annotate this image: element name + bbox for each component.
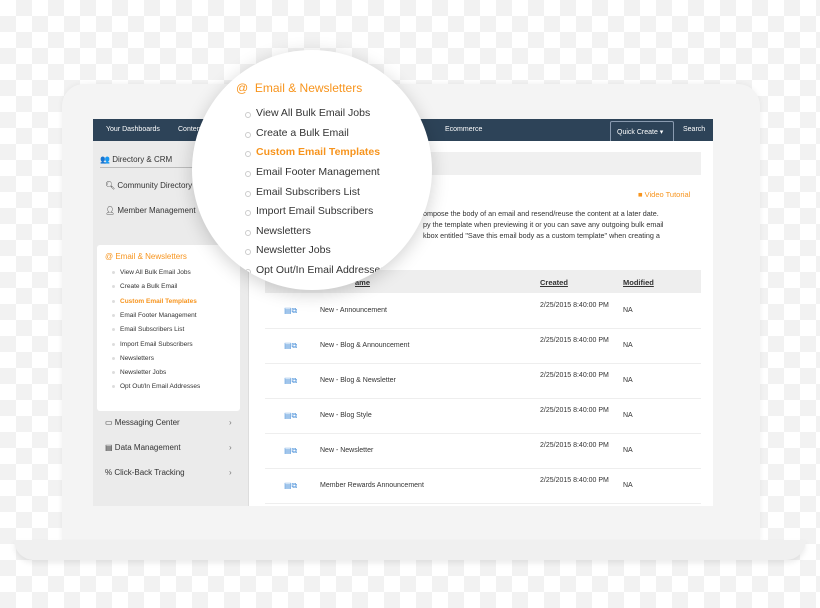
- template-name[interactable]: New - Blog & Newsletter: [320, 377, 396, 384]
- table-row[interactable]: ▤⧉ New - Newsletter 2/25/2015 8:40:00 PM…: [265, 434, 701, 469]
- inbox-icon: ▭: [105, 418, 113, 427]
- preview-copy-icons[interactable]: ▤⧉: [284, 446, 297, 456]
- submenu-item[interactable]: Opt Out/In Email Addresses: [111, 383, 200, 390]
- chevron-right-icon: ›: [229, 468, 232, 477]
- sidebar-item-clickback[interactable]: % Click-Back Tracking: [105, 468, 185, 477]
- magnified-item[interactable]: Opt Out/In Email Addresses: [245, 264, 386, 276]
- template-name[interactable]: New - Blog Style: [320, 412, 372, 419]
- preview-copy-icons[interactable]: ▤⧉: [284, 341, 297, 351]
- video-tutorial-link[interactable]: ■ Video Tutorial: [638, 190, 690, 199]
- table-row[interactable]: ▤⧉ New - Blog & Announcement 2/25/2015 8…: [265, 329, 701, 364]
- submenu-item[interactable]: Newsletters: [112, 355, 154, 362]
- created-date: 2/25/2015 8:40:00 PM: [540, 442, 609, 449]
- table-row[interactable]: ▤⧉ Member Rewards Announcement 2/25/2015…: [265, 469, 701, 504]
- modified-date: NA: [623, 447, 633, 454]
- template-name[interactable]: New - Blog & Announcement: [320, 342, 410, 349]
- preview-copy-icons[interactable]: ▤⧉: [284, 481, 297, 491]
- magnified-item[interactable]: View All Bulk Email Jobs: [244, 107, 370, 119]
- preview-copy-icons[interactable]: ▤⧉: [284, 306, 297, 316]
- submenu-item[interactable]: Email Subscribers List: [111, 326, 184, 333]
- submenu-item[interactable]: Import Email Subscribers: [112, 341, 193, 348]
- email-submenu: @ Email & Newsletters View All Bulk Emai…: [97, 245, 240, 411]
- submenu-item[interactable]: View All Bulk Email Jobs: [112, 269, 191, 276]
- magnified-item[interactable]: Create a Bulk Email: [245, 127, 349, 139]
- chevron-right-icon: ›: [229, 418, 232, 427]
- search-button[interactable]: Search: [683, 126, 705, 133]
- table-row[interactable]: ▤⧉ New - Announcement 2/25/2015 8:40:00 …: [265, 294, 701, 329]
- submenu-item[interactable]: Email Footer Management: [112, 312, 197, 319]
- sidebar-item-email[interactable]: @ Email & Newsletters: [105, 252, 187, 261]
- template-name[interactable]: Member Rewards Announcement: [320, 482, 424, 489]
- sidebar-item-data[interactable]: ▤ Data Management: [105, 443, 181, 452]
- laptop-base: [14, 540, 806, 560]
- modified-date: NA: [623, 412, 633, 419]
- chevron-right-icon: ›: [229, 443, 232, 452]
- created-date: 2/25/2015 8:40:00 PM: [540, 337, 609, 344]
- magnifier-callout: @ Email & Newsletters View All Bulk Emai…: [192, 50, 432, 290]
- modified-date: NA: [623, 377, 633, 384]
- modified-date: NA: [623, 307, 633, 314]
- magnified-item[interactable]: Import Email Subscribers: [244, 205, 373, 217]
- modified-date: NA: [623, 342, 633, 349]
- database-icon: ▤: [105, 443, 113, 452]
- template-name[interactable]: New - Announcement: [320, 307, 387, 314]
- created-date: 2/25/2015 8:40:00 PM: [540, 407, 609, 414]
- created-date: 2/25/2015 8:40:00 PM: [540, 302, 609, 309]
- table-row[interactable]: ▤⧉ New - Blog & Newsletter 2/25/2015 8:4…: [265, 364, 701, 399]
- magnified-item-active[interactable]: Custom Email Templates: [244, 146, 380, 158]
- video-camera-icon: ■: [638, 190, 643, 199]
- submenu-item-active[interactable]: Custom Email Templates: [112, 298, 197, 305]
- column-created[interactable]: Created: [540, 278, 568, 287]
- sidebar-item-messaging[interactable]: ▭ Messaging Center: [105, 418, 180, 427]
- magnified-item[interactable]: Newsletters: [245, 225, 311, 237]
- magnified-email-header: @ Email & Newsletters: [236, 81, 363, 95]
- page-description: ompose the body of an email and resend/r…: [423, 209, 664, 240]
- submenu-item[interactable]: Create a Bulk Email: [111, 283, 177, 290]
- submenu-item[interactable]: Newsletter Jobs: [111, 369, 166, 376]
- quick-create-button[interactable]: Quick Create ▾: [610, 121, 674, 141]
- link-icon: %: [105, 468, 113, 477]
- preview-copy-icons[interactable]: ▤⧉: [284, 411, 297, 421]
- template-name[interactable]: New - Newsletter: [320, 447, 373, 454]
- created-date: 2/25/2015 8:40:00 PM: [540, 477, 609, 484]
- created-date: 2/25/2015 8:40:00 PM: [540, 372, 609, 379]
- magnified-item[interactable]: Newsletter Jobs: [245, 244, 331, 256]
- modified-date: NA: [623, 482, 633, 489]
- magnified-item[interactable]: Email Footer Management: [245, 166, 380, 178]
- table-row[interactable]: ▤⧉ New - Blog Style 2/25/2015 8:40:00 PM…: [265, 399, 701, 434]
- search-icon: 🔍︎: [105, 181, 116, 190]
- column-modified[interactable]: Modified: [623, 278, 654, 287]
- magnified-item[interactable]: Email Subscribers List: [245, 186, 360, 198]
- user-icon: 👤︎: [105, 206, 116, 215]
- sidebar-item-member[interactable]: 👤︎ Member Management: [105, 206, 196, 215]
- sidebar-item-community[interactable]: 🔍︎ Community Directory: [105, 181, 192, 190]
- users-icon: 👥: [100, 155, 110, 164]
- nav-your-dashboards[interactable]: Your Dashboards: [106, 126, 160, 133]
- nav-ecommerce[interactable]: Ecommerce: [445, 126, 482, 133]
- preview-copy-icons[interactable]: ▤⧉: [284, 376, 297, 386]
